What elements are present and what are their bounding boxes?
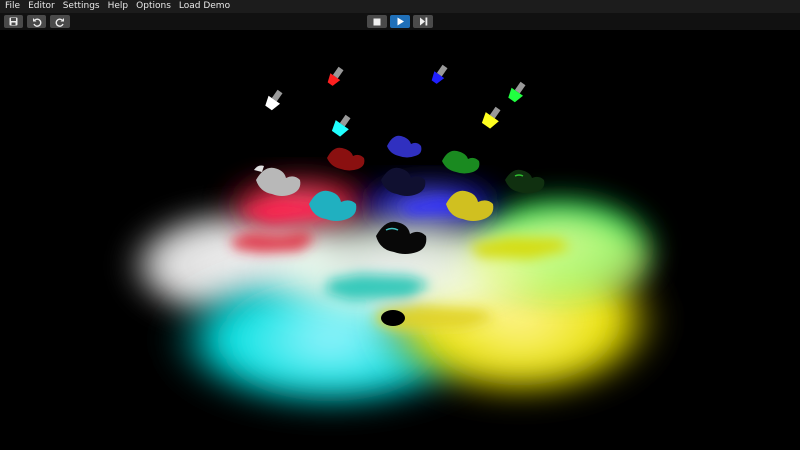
spotlight-green xyxy=(508,81,526,103)
menu-editor[interactable]: Editor xyxy=(24,0,59,13)
app-window: File Editor Settings Help Options Load D… xyxy=(0,0,800,450)
menu-file[interactable]: File xyxy=(0,0,24,13)
menu-help[interactable]: Help xyxy=(104,0,133,13)
dragon-blue xyxy=(387,135,422,158)
save-button[interactable] xyxy=(4,15,23,28)
spotlight-cyan xyxy=(331,114,351,137)
scene-render xyxy=(120,64,670,415)
spotlight-blue xyxy=(431,64,448,84)
spotlight-yellow xyxy=(481,106,501,129)
redo-icon xyxy=(55,17,64,27)
floppy-disk-icon xyxy=(9,17,18,26)
step-forward-icon xyxy=(419,17,427,26)
play-button[interactable] xyxy=(390,15,410,28)
spotlight-red xyxy=(327,66,344,86)
play-icon xyxy=(397,17,404,26)
toolbar xyxy=(0,13,800,30)
stop-button[interactable] xyxy=(367,15,387,28)
dark-shadow-blob xyxy=(381,310,405,326)
menu-load-demo[interactable]: Load Demo xyxy=(175,0,234,13)
dragon-green xyxy=(442,150,480,174)
menu-options[interactable]: Options xyxy=(132,0,175,13)
spotlight-white xyxy=(265,89,283,111)
stop-icon xyxy=(373,18,381,25)
menu-settings[interactable]: Settings xyxy=(59,0,104,13)
redo-button[interactable] xyxy=(50,15,70,28)
undo-button[interactable] xyxy=(27,15,46,28)
undo-icon xyxy=(32,17,41,27)
menu-bar: File Editor Settings Help Options Load D… xyxy=(0,0,800,13)
scene-viewport[interactable] xyxy=(0,30,800,450)
step-button[interactable] xyxy=(413,15,433,28)
dragon-red xyxy=(327,147,365,171)
dragon-dark-green xyxy=(505,169,545,194)
spotlights xyxy=(265,64,526,137)
